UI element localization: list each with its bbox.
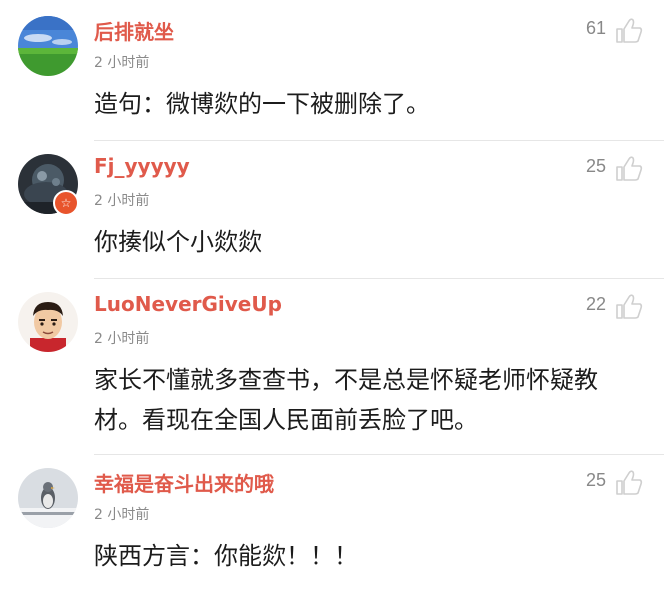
avatar[interactable] <box>18 16 78 76</box>
username[interactable]: 幸福是奋斗出来的哦 <box>94 468 274 497</box>
avatar[interactable] <box>18 468 78 528</box>
timestamp: 2 小时前 <box>94 193 150 209</box>
comment-text: 你揍似个小欻欻 <box>94 228 262 256</box>
avatar-image <box>18 292 78 352</box>
avatar-image <box>18 16 78 76</box>
username[interactable]: Fj_yyyyy <box>94 154 190 178</box>
thumbs-up-icon[interactable] <box>614 468 644 496</box>
avatar-image <box>18 468 78 528</box>
thumbs-up-icon[interactable] <box>614 154 644 182</box>
like-count: 25 <box>585 156 606 176</box>
username[interactable]: LuoNeverGiveUp <box>94 292 282 316</box>
like-count: 22 <box>585 294 606 314</box>
like-count: 61 <box>585 18 606 38</box>
comment-text: 造句：微博欻的一下被删除了。 <box>94 90 430 118</box>
divider <box>94 454 664 455</box>
timestamp: 2 小时前 <box>94 331 150 347</box>
comment-text: 陕西方言：你能欻！！！ <box>94 542 358 570</box>
comment-text: 家长不懂就多查查书，不是总是怀疑老师怀疑教材。看现在全国人民面前丢脸了吧。 <box>94 366 598 434</box>
timestamp: 2 小时前 <box>94 507 150 523</box>
timestamp: 2 小时前 <box>94 55 150 71</box>
star-badge-icon: ☆ <box>53 190 79 216</box>
thumbs-up-icon[interactable] <box>614 16 644 44</box>
like-count: 25 <box>585 470 606 490</box>
thumbs-up-icon[interactable] <box>614 292 644 320</box>
avatar[interactable] <box>18 292 78 352</box>
divider <box>94 140 664 141</box>
divider <box>94 278 664 279</box>
username[interactable]: 后排就坐 <box>94 16 174 45</box>
